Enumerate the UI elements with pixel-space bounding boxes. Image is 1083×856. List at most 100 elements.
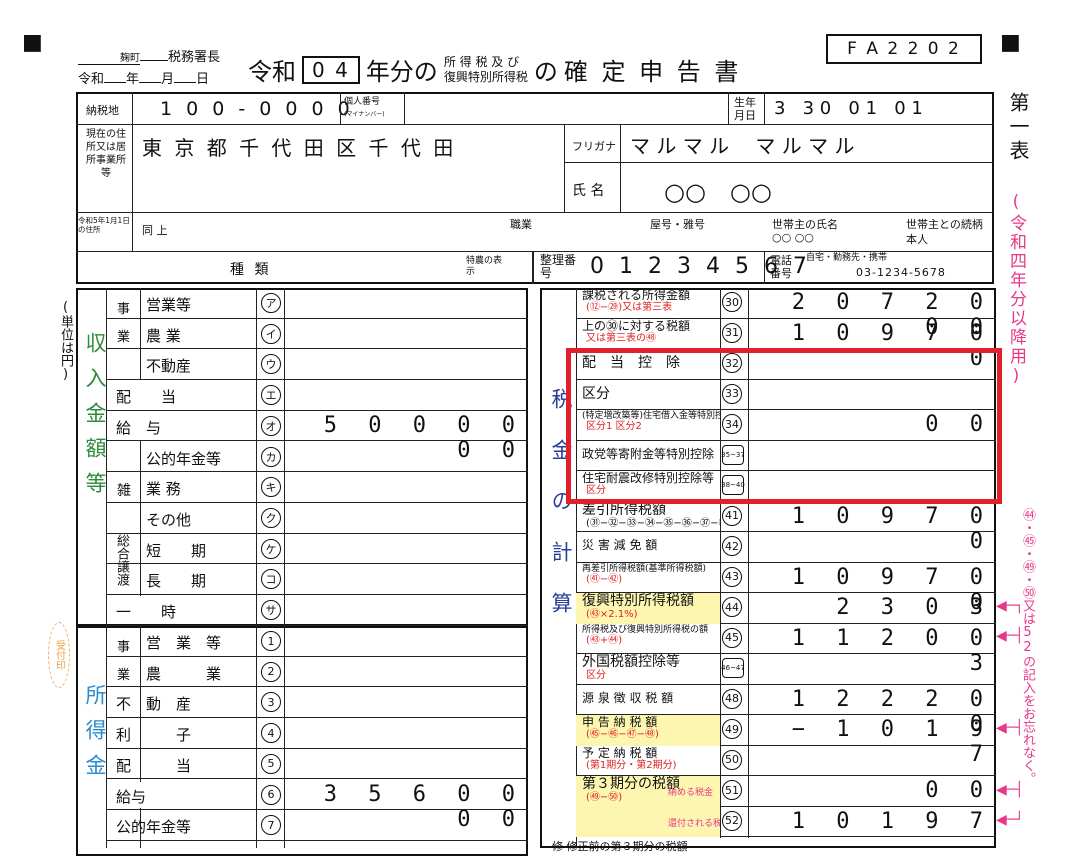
tax-row-marker: 44 [722,597,742,617]
tax-row-sub: (㊺−㊻−㊼−㊽) [586,729,659,740]
tax-row-label: 所得税及び復興特別所得税の額 [582,624,709,635]
tax-row: 源 泉 徴 収 税 額 48 1 2 2 2 0 0 [576,685,996,737]
income-row: 一 時サ [106,595,528,626]
corner-mark-right: ■ [1000,30,1021,55]
income-row-label: 営業等 [146,296,192,314]
shotoku-row-marker: 6 [261,784,281,805]
arrow-51: ◀─┤ [996,782,1024,798]
sidebar-note: (令和四年分以降用) [1006,192,1026,388]
highlight-box [566,348,1002,504]
income-row-marker: イ [261,323,281,344]
tax-row-marker: 48 [722,688,742,709]
shotoku-row-marker: 1 [261,631,281,651]
tax-row: 予 定 納 税 額 (第1期分・第2期分) 50 [576,746,996,776]
shotoku-row-marker: 2 [261,661,281,682]
household-head-label: 世帯主の氏名 [772,218,838,231]
shotoku-row-marker: 4 [261,723,281,744]
shotoku-row: 給与 6 3 5 6 0 0 0 0 [106,780,528,832]
tax-row-label: 外国税額控除等 [582,654,680,670]
shotoku-row-marker: 5 [261,753,281,774]
income-row: 公的年金等 カ [106,442,528,473]
tax-row-marker: 51 [722,780,742,800]
tax-row-value[interactable]: 2 3 0 3 [750,595,992,620]
mynumber-label: 個人番号 [344,97,381,107]
shotoku-row-label: 不 動 産 [116,695,192,714]
income-row: 給 与オ5 0 0 0 0 0 0 [106,411,528,463]
tax-row: 申 告 納 税 額 (㊺−㊻−㊼−㊽) 49− 1 0 1 9 7 [576,715,996,767]
form-title: 令和 0 4 年分の 所 得 税 及 び復興特別所得税 の 確 定 申 告 書 [248,52,741,87]
income-row-marker: ク [261,507,281,528]
tax-row: 差引所得税額(㉛−㉜−㉝−㉞−㉟−㊱−㊲−㊳−㊴−㊵)411 0 9 7 0 0 [576,502,996,554]
income-row-marker: サ [261,600,281,620]
jan1-address-label: 令和5年1月1日の住所 [78,216,130,234]
tax-row-label-cell: 上の㉚に対する税額 又は第三表の㊽ [576,319,720,350]
tax-row-marker: 41 [722,505,742,526]
tax-row-value[interactable]: 1 0 1 9 7 [750,809,992,834]
tax-row-label-cell: 災 害 減 免 額 [576,532,720,563]
tax-row: 復興特別所得税額 (㊸×2.1%) 44 2 3 0 3 [576,593,996,624]
tax-row-value[interactable]: 0 0 [750,778,992,803]
arrow-44: ◀─┐ [996,598,1024,614]
tax-office-suffix: 税務署長 [168,50,221,65]
shotoku-row-label: 給与 [116,787,147,806]
shotoku-row-label: 配 当 [116,756,192,775]
tax-row-sub: 区分 [586,670,606,681]
date-era: 令和 [78,72,105,87]
household-head-value: ○○ ○○ [772,231,814,244]
income-row-marker: ケ [261,538,281,559]
tax-row-label: 災 害 減 免 額 [582,538,658,552]
tax-row-marker: 42 [722,536,742,556]
tax-row-label: 再差引所得税額(基準所得税額) [582,563,707,574]
tax-row-label-cell: 差引所得税額(㉛−㉜−㉝−㉞−㉟−㊱−㊲−㊳−㊴−㊵) [576,502,720,533]
tax-row-label: 差引所得税額 [582,501,666,518]
shotoku-row-label: 営 業 等 [146,634,222,652]
era-label: 令和 [248,58,296,86]
tax-row-marker: 52 [722,810,742,831]
shotoku-row: 利 子 4 [106,718,528,749]
tax-row-label: 源 泉 徴 収 税 額 [582,690,674,705]
income-row-label: 配 当 [116,388,177,407]
address-label: 納税地 [86,104,119,117]
category-label: 種 類 [230,262,272,278]
income-row-label: 業 務 [146,480,181,499]
shotoku-row-label: 農 業 [146,664,222,683]
tax-row-label-cell: 所得税及び復興特別所得税の額 (㊸+㊹) [576,624,720,655]
tax-office-name: 麹町 [78,49,140,65]
tax-row: 課税される所得金額 (⑫−㉙)又は第三表 30 2 0 7 2 0 0 0 [576,288,996,340]
income-row-label: 短 期 [146,541,207,560]
shotoku-row: 公的年金等 7 [106,810,528,841]
form-title-text: 確 定 申 告 書 [563,58,742,86]
tax-row-label: 申 告 納 税 額 [582,715,658,729]
sogo-label: 総合譲渡 [114,534,129,586]
tax-row-marker: 43 [722,566,742,587]
date-year-label: 年 [126,72,140,87]
side-reminder-note: ㊹・㊺・㊾・㊿又は52の記入をお忘れなく。 [1020,508,1035,785]
tax-row: 災 害 減 免 額 42 [576,532,996,563]
tax-row-sub: (㊶−㊷) [586,573,623,585]
income-row: 業 務キ [106,472,528,503]
relation-label: 世帯主との続柄 [906,218,983,231]
shotoku-row: 配 当 5 [106,749,528,780]
shotoku-row-marker: 3 [261,692,281,713]
tax-row-marker: 45 [722,627,742,648]
mynumber-sub: (マイナンバー) [344,111,385,118]
tax-row-label: 第３期分の税額 [582,776,680,792]
tax-row-label-cell: 申 告 納 税 額 (㊺−㊻−㊼−㊽) [576,715,720,746]
sidebar-title: 第一表 [1006,92,1030,164]
income-row-marker: キ [261,477,281,498]
income-row-label: その他 [146,510,192,529]
birth-label: 生年月日 [734,96,756,122]
current-address-label: 現在の住所又は居所事業所等 [86,129,126,179]
tax-row-label: 上の㉚に対する税額 [582,318,691,333]
income-row-marker: ウ [261,354,281,375]
tax-row-sub: (⑫−㉙)又は第三表 [586,302,673,313]
tax-row-marker: 50 [722,749,742,770]
tax-type-label: 所 得 税 及 び復興特別所得税 [443,54,528,84]
last-partial-label: 修 修正前の第３期分の税額 [552,840,688,853]
shotoku-row: 農 業 2 [106,657,528,688]
phone-label: 電話番号 [770,254,792,280]
special-label: 特農の表示 [466,256,503,277]
furigana-label: フリガナ [572,140,616,153]
corner-mark-left: ■ [22,30,43,55]
year-box: 0 4 [302,55,360,84]
